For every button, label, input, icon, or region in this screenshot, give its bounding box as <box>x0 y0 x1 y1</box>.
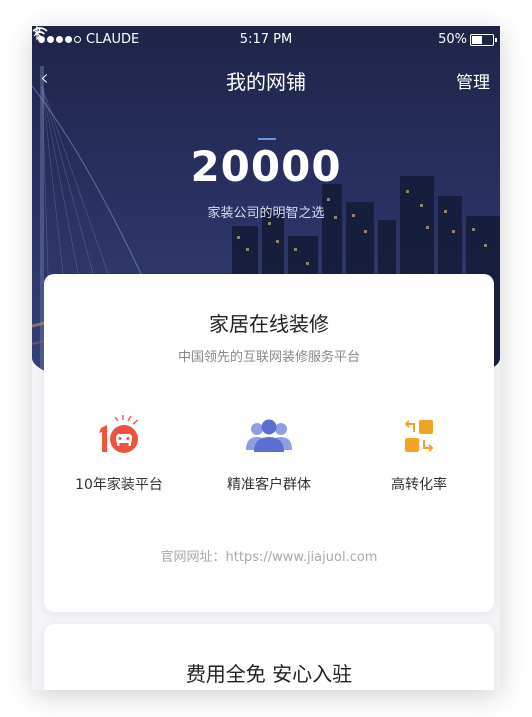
feature-item-high-conversion: 高转化率 <box>344 414 494 494</box>
feature-list: 10年家装平台 精准客户群体 高转化率 <box>44 414 494 504</box>
website-link[interactable]: 官网网址：https://www.jiajuol.com <box>44 546 494 565</box>
status-bar: CLAUDE 5:17 PM 50% <box>32 26 500 54</box>
user-group-icon <box>246 419 292 452</box>
battery-icon <box>470 34 497 46</box>
accent-divider <box>258 138 276 140</box>
status-time: 5:17 PM <box>239 32 293 47</box>
feature-label: 精准客户群体 <box>227 477 311 493</box>
manage-button[interactable]: 管理 <box>456 68 490 93</box>
page-title: 我的网铺 <box>226 70 306 94</box>
navigation-bar: ‹ 我的网铺 管理 <box>32 64 500 96</box>
ten-years-badge-icon <box>99 415 139 453</box>
phone-screen: CLAUDE 5:17 PM 50% ‹ 我的网铺 管理 20000 家装公司的… <box>32 26 500 690</box>
free-join-card: 费用全免 安心入驻 <box>44 624 494 690</box>
feature-label: 10年家装平台 <box>75 477 163 493</box>
intro-card: 家居在线装修 中国领先的互联网装修服务平台 10年家装平台 精准客户群体 高转化… <box>44 274 494 612</box>
battery-percent: 50% <box>438 32 467 47</box>
intro-card-title: 家居在线装修 <box>209 312 329 336</box>
conversion-arrows-icon <box>404 420 434 452</box>
intro-card-subtitle: 中国领先的互联网装修服务平台 <box>177 350 360 365</box>
company-count: 20000 <box>190 142 342 191</box>
free-join-title: 费用全免 安心入驻 <box>185 662 353 686</box>
hero-slogan: 家装公司的明智之选 <box>207 206 325 221</box>
feature-item-ten-years: 10年家装平台 <box>44 414 194 494</box>
bluetooth-icon <box>33 26 41 41</box>
feature-item-precise-customers: 精准客户群体 <box>194 414 344 494</box>
feature-label: 高转化率 <box>391 477 447 493</box>
